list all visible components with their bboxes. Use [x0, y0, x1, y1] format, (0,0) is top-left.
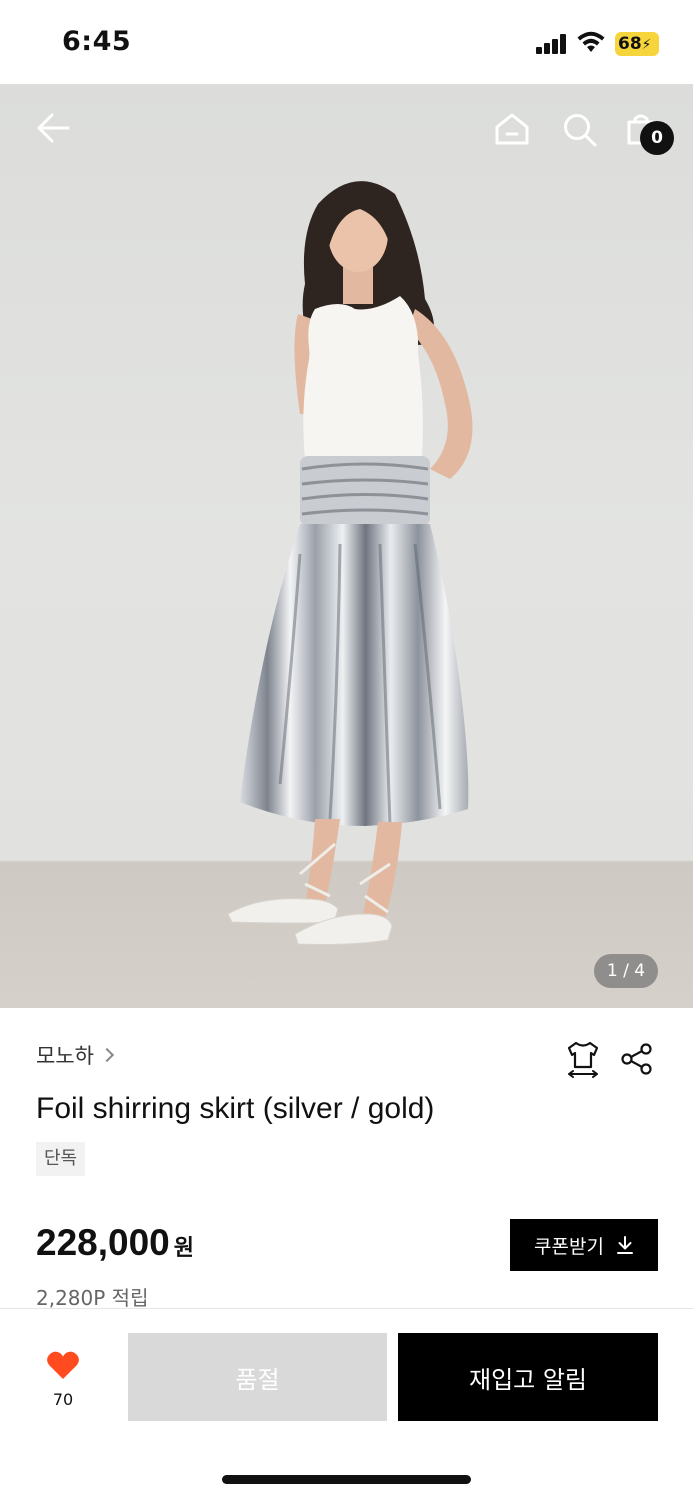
reward-points: 2,280P 적립 — [36, 1286, 149, 1310]
battery-level: 68 — [618, 34, 642, 54]
brand-link[interactable]: 모노하 — [36, 1040, 115, 1070]
model-photo — [227, 181, 473, 945]
exclusive-tag: 단독 — [36, 1142, 86, 1176]
home-indicator[interactable] — [222, 1475, 471, 1484]
product-image[interactable]: 1 / 4 — [0, 84, 693, 1008]
share-icon[interactable] — [620, 1042, 654, 1076]
download-icon — [616, 1236, 633, 1254]
status-time: 6:45 — [62, 26, 132, 57]
coupon-download-button[interactable]: 쿠폰받기 — [510, 1219, 658, 1271]
heart-icon[interactable] — [46, 1350, 80, 1380]
price-unit: 원 — [173, 1236, 194, 1261]
product-title: Foil shirring skirt (silver / gold) — [36, 1092, 435, 1125]
price-value: 228,000 — [36, 1222, 170, 1263]
image-page-counter: 1 / 4 — [594, 954, 658, 988]
battery-charging-icon: 68⚡ — [615, 32, 659, 56]
status-bar: 6:45 68⚡ — [0, 0, 693, 84]
like-count: 70 — [52, 1390, 74, 1409]
home-icon[interactable] — [494, 112, 530, 146]
price: 228,000 원 — [36, 1222, 194, 1264]
wifi-icon — [577, 31, 605, 52]
brand-name: 모노하 — [36, 1044, 94, 1068]
back-arrow-icon[interactable] — [36, 112, 70, 144]
coupon-label: 쿠폰받기 — [534, 1235, 604, 1258]
cart-count-badge: 0 — [640, 121, 674, 155]
size-fit-icon[interactable] — [565, 1040, 601, 1078]
signal-icon — [536, 34, 568, 54]
soldout-button: 품절 — [128, 1333, 387, 1421]
chevron-right-icon — [99, 1047, 115, 1063]
search-icon[interactable] — [562, 112, 598, 148]
restock-alert-button[interactable]: 재입고 알림 — [398, 1333, 658, 1421]
